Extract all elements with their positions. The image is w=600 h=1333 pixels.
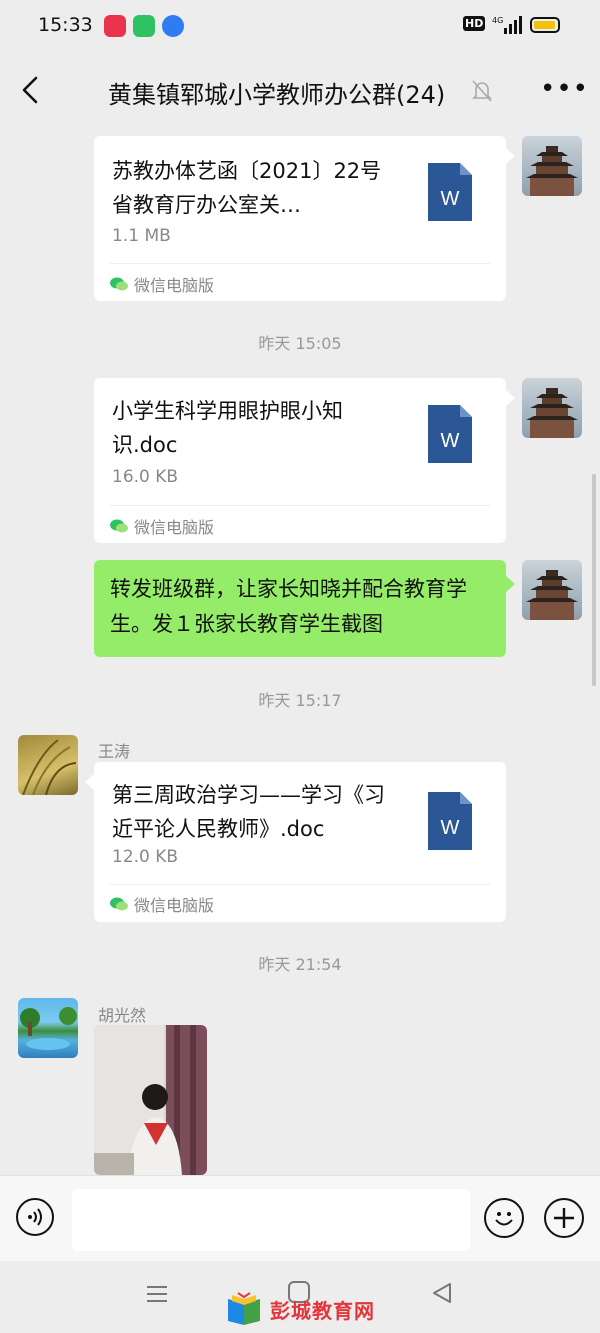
browser-notification-icon	[162, 15, 184, 37]
recent-apps-icon[interactable]	[146, 1283, 168, 1305]
bubble-tail	[85, 774, 94, 790]
site-watermark: 彭城教育网	[224, 1291, 375, 1327]
svg-text:W: W	[441, 188, 460, 210]
file-source-label: 微信电脑版	[134, 276, 215, 295]
file-source-label: 微信电脑版	[134, 518, 215, 537]
chat-header: 黄集镇郓城小学教师办公群(24) •••	[0, 56, 600, 126]
file-source: 微信电脑版	[110, 272, 214, 296]
plus-icon	[554, 1208, 574, 1228]
file-source: 微信电脑版	[110, 892, 214, 916]
emoji-icon	[495, 1212, 513, 1226]
pagoda-avatar-image	[526, 146, 578, 196]
word-document-icon: W	[428, 405, 472, 463]
bubble-tail	[506, 390, 515, 406]
my-avatar[interactable]	[522, 378, 582, 438]
signal-icon: 4G	[492, 16, 522, 34]
app-notification-icon	[104, 15, 126, 37]
file-message[interactable]: 小学生科学用眼护眼小知识.doc 16.0 KB W 微信电脑版	[94, 378, 506, 543]
watermark-text: 彭城教育网	[270, 1298, 375, 1323]
hd-badge: HD	[463, 16, 486, 31]
image-message[interactable]	[94, 1025, 207, 1175]
battery-icon	[530, 17, 560, 33]
phone-notification-icon	[133, 15, 155, 37]
more-options-button[interactable]: •••	[540, 74, 588, 104]
system-back-icon[interactable]	[430, 1281, 454, 1305]
lake-avatar-image	[20, 1007, 77, 1050]
photo-content	[94, 1025, 207, 1175]
wechat-icon	[110, 277, 128, 291]
input-bar	[0, 1175, 600, 1262]
network-type: 4G	[492, 16, 503, 25]
message-input[interactable]	[72, 1189, 470, 1251]
file-size: 16.0 KB	[112, 467, 179, 487]
status-bar: 15:33 HD 4G	[0, 0, 600, 52]
file-name: 小学生科学用眼护眼小知识.doc	[112, 399, 343, 457]
more-actions-button[interactable]	[544, 1198, 584, 1238]
wechat-icon	[110, 519, 128, 533]
pagoda-avatar-image	[526, 570, 578, 620]
time-separator: 昨天 15:17	[258, 691, 342, 710]
wechat-icon	[110, 897, 128, 911]
card-divider	[110, 884, 490, 885]
file-message[interactable]: 第三周政治学习——学习《习近平论人民教师》.doc 12.0 KB W 微信电脑…	[94, 762, 506, 922]
file-size: 12.0 KB	[112, 847, 179, 867]
book-logo-icon	[228, 1292, 260, 1325]
pagoda-avatar-image	[526, 388, 578, 438]
my-avatar[interactable]	[522, 560, 582, 620]
text-message[interactable]: 转发班级群，让家长知晓并配合教育学生。发１张家长教育学生截图	[94, 560, 506, 657]
message-list[interactable]: 苏教办体艺函〔2021〕22号省教育厅办公室关… 1.1 MB W 微信电脑版 …	[0, 126, 600, 1175]
word-document-icon: W	[428, 163, 472, 221]
file-source-label: 微信电脑版	[134, 896, 215, 915]
status-time: 15:33	[38, 14, 93, 36]
time-separator: 昨天 15:05	[258, 334, 342, 353]
svg-text:W: W	[441, 430, 460, 452]
sender-name: 王涛	[98, 742, 131, 761]
sender-avatar[interactable]	[18, 998, 78, 1058]
file-source: 微信电脑版	[110, 514, 214, 538]
card-divider	[110, 263, 490, 264]
bubble-tail	[506, 576, 515, 592]
voice-input-button[interactable]	[16, 1198, 54, 1236]
my-avatar[interactable]	[522, 136, 582, 196]
emoji-button[interactable]	[484, 1198, 524, 1238]
voice-icon	[28, 1208, 42, 1226]
scrollbar[interactable]	[592, 474, 596, 686]
card-divider	[110, 505, 490, 506]
file-name: 第三周政治学习——学习《习近平论人民教师》.doc	[112, 783, 385, 841]
back-chevron-icon[interactable]	[16, 72, 48, 108]
file-message[interactable]: 苏教办体艺函〔2021〕22号省教育厅办公室关… 1.1 MB W 微信电脑版	[94, 136, 506, 301]
file-name: 苏教办体艺函〔2021〕22号省教育厅办公室关…	[112, 159, 382, 217]
word-document-icon: W	[428, 792, 472, 850]
system-navigation-bar: 彭城教育网	[0, 1261, 600, 1333]
sender-avatar[interactable]	[18, 735, 78, 795]
bubble-tail	[506, 148, 515, 164]
svg-text:W: W	[441, 817, 460, 839]
chat-title: 黄集镇郓城小学教师办公群(24)	[108, 81, 446, 109]
time-separator: 昨天 21:54	[258, 955, 342, 974]
sender-name: 胡光然	[98, 1006, 147, 1025]
bell-off-icon	[472, 80, 492, 102]
rice-avatar-image	[22, 739, 77, 795]
file-size: 1.1 MB	[112, 226, 171, 246]
